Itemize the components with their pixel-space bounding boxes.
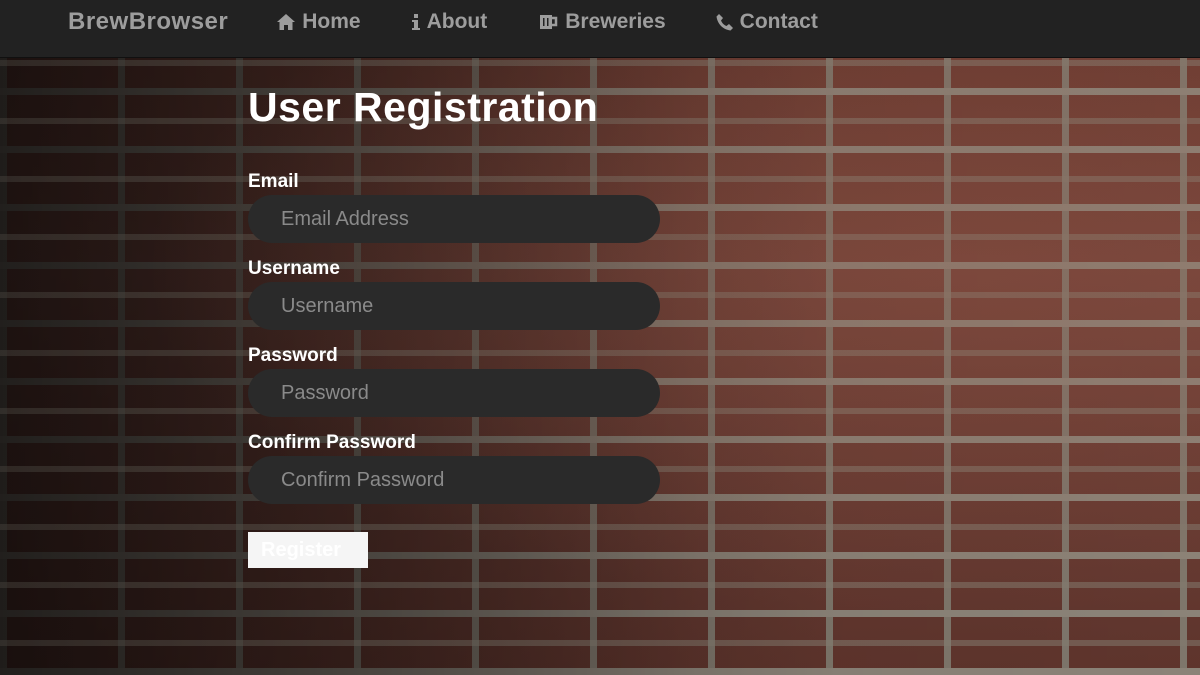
email-label: Email — [248, 171, 299, 192]
username-label: Username — [248, 258, 340, 279]
registration-form-container: User Registration Email Username Passwor… — [248, 84, 668, 568]
brand-link[interactable]: BrewBrowser — [68, 8, 228, 36]
nav-breweries-link[interactable]: Breweries — [537, 9, 666, 34]
nav-links: Home About Breweries Contact — [276, 10, 868, 34]
email-field[interactable] — [248, 195, 660, 243]
home-icon — [276, 13, 296, 31]
register-button[interactable]: Register — [248, 532, 368, 568]
confirm-password-label: Confirm Password — [248, 432, 416, 453]
nav-contact-label: Contact — [739, 9, 818, 33]
password-field[interactable] — [248, 369, 660, 417]
nav-about-link[interactable]: About — [411, 9, 488, 34]
nav-breweries-label: Breweries — [565, 9, 666, 33]
nav-home-label: Home — [302, 9, 361, 33]
registration-form: Email Username Password Confirm Password… — [248, 171, 668, 568]
nav-contact-link[interactable]: Contact — [716, 10, 818, 34]
beer-icon — [537, 13, 559, 31]
nav-home-link[interactable]: Home — [276, 9, 361, 34]
page-title: User Registration — [248, 84, 599, 130]
nav-about-label: About — [426, 9, 488, 33]
phone-icon — [716, 13, 734, 31]
password-label: Password — [248, 345, 338, 366]
username-field[interactable] — [248, 282, 660, 330]
confirm-password-field[interactable] — [248, 456, 660, 504]
navbar: BrewBrowser Home About Breweries Contact — [0, 0, 1200, 58]
info-icon — [411, 13, 421, 31]
